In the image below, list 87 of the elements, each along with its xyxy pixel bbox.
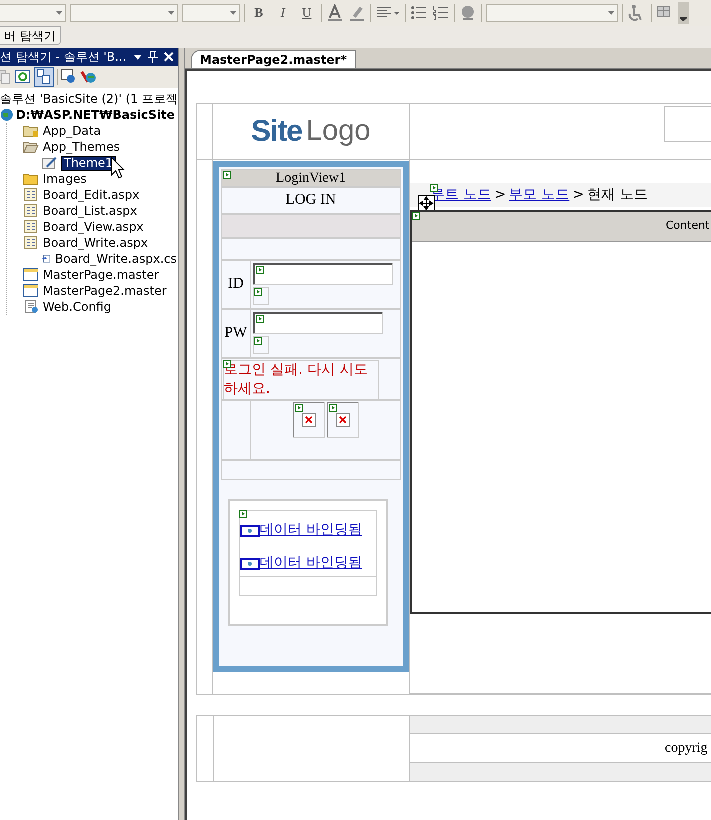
- image-button[interactable]: [292, 402, 324, 438]
- folder-icon: [23, 172, 39, 186]
- footer-text: copyrig: [665, 740, 708, 758]
- folder-icon: [23, 124, 39, 138]
- breadcrumb-link[interactable]: 부모 노드: [509, 184, 570, 206]
- bullet-list-icon[interactable]: [410, 4, 428, 22]
- caret-icon: [168, 11, 175, 15]
- globe-icon: [0, 108, 14, 122]
- smart-tag-icon[interactable]: [254, 288, 262, 296]
- web-config-icon[interactable]: [80, 69, 98, 85]
- tree-item[interactable]: Board_Edit.aspx: [42, 187, 141, 203]
- data-link[interactable]: 데이터 바인딩됨: [260, 553, 362, 574]
- tree-item[interactable]: Board_Write.aspx: [42, 235, 150, 251]
- page-icon: [23, 204, 39, 218]
- tree-item[interactable]: App_Data: [42, 123, 102, 139]
- close-icon[interactable]: [163, 51, 175, 63]
- input-field[interactable]: [253, 263, 393, 285]
- input-field[interactable]: [253, 312, 383, 334]
- tree-item[interactable]: MasterPage2.master: [42, 283, 168, 299]
- smart-tag-icon[interactable]: [239, 510, 247, 518]
- dropdown-field[interactable]: [182, 4, 240, 22]
- view-designer-icon[interactable]: [61, 69, 77, 85]
- tree-item[interactable]: Board_Write.aspx.cs: [54, 251, 178, 267]
- format-button[interactable]: B: [249, 3, 269, 23]
- tool-window-tab[interactable]: 버 탐색기: [0, 26, 61, 45]
- field-label: PW: [224, 324, 248, 344]
- pin-icon[interactable]: [146, 51, 160, 63]
- smart-tag-icon[interactable]: [256, 315, 264, 323]
- overflow-button[interactable]: [678, 2, 689, 24]
- globe-link-icon[interactable]: [459, 4, 477, 22]
- logo-text: Site: [251, 114, 302, 150]
- caret-icon: [56, 11, 63, 15]
- highlighter-icon[interactable]: [348, 4, 366, 22]
- dropdown-field[interactable]: [70, 4, 178, 22]
- document-tab[interactable]: MasterPage2.master*: [191, 50, 356, 68]
- panel-title: 션 탐색기 - 솔루션 'B...: [0, 49, 128, 66]
- caret-icon: [680, 16, 687, 21]
- broken-image-icon: [336, 413, 350, 427]
- control-title: LoginView1: [275, 170, 347, 188]
- project-node[interactable]: D:₩ASP.NET₩BasicSite: [16, 107, 175, 123]
- data-link[interactable]: 데이터 바인딩됨: [260, 520, 362, 541]
- breadcrumb-separator: >: [572, 186, 584, 204]
- tree-item[interactable]: Board_View.aspx: [42, 219, 145, 235]
- breadcrumb-current: 현재 노드: [587, 186, 648, 204]
- solution-node[interactable]: 솔루션 'BasicSite (2)' (1 프로젝: [0, 91, 178, 107]
- font-color-icon[interactable]: [326, 4, 344, 22]
- page-icon: [23, 220, 39, 234]
- broken-image-icon: [302, 413, 316, 427]
- dropdown-icon[interactable]: [133, 52, 143, 62]
- tree-item[interactable]: Web.Config: [42, 299, 112, 315]
- smart-tag-icon[interactable]: [328, 404, 336, 412]
- dropdown-field[interactable]: [486, 4, 618, 22]
- tree-item[interactable]: MasterPage.master: [42, 267, 160, 283]
- code-file-icon: [42, 252, 52, 266]
- image-button[interactable]: [326, 402, 358, 438]
- refresh-icon[interactable]: [15, 69, 31, 85]
- numbered-list-icon[interactable]: [432, 4, 450, 22]
- nest-files-icon[interactable]: [34, 67, 54, 87]
- brush-icon: [42, 156, 58, 170]
- format-button[interactable]: U: [297, 3, 317, 23]
- login-heading: LOG IN: [286, 191, 336, 210]
- caret-icon: [608, 11, 615, 15]
- config-file-icon: [23, 300, 39, 314]
- caret-icon: [230, 11, 237, 15]
- smart-tag-icon[interactable]: [223, 171, 231, 179]
- tree-item[interactable]: Images: [42, 171, 88, 187]
- radio-icon[interactable]: [240, 524, 260, 536]
- window-icon: [23, 268, 39, 282]
- smart-tag-icon[interactable]: [294, 404, 302, 412]
- mouse-cursor-icon: [111, 157, 125, 179]
- tree-item[interactable]: Board_List.aspx: [42, 203, 138, 219]
- window-icon: [23, 284, 39, 298]
- smart-tag-icon[interactable]: [254, 337, 262, 345]
- folder-icon: [23, 140, 39, 154]
- format-button[interactable]: I: [273, 3, 293, 23]
- breadcrumb-separator: >: [494, 186, 506, 204]
- tree-item[interactable]: Theme1: [61, 156, 116, 170]
- placeholder-title: Content: [666, 218, 710, 234]
- smart-tag-icon[interactable]: [412, 212, 420, 220]
- field-label: ID: [228, 275, 244, 294]
- dropdown-field[interactable]: [0, 4, 66, 22]
- radio-icon[interactable]: [240, 558, 260, 570]
- page-icon: [23, 236, 39, 250]
- smart-tag-icon[interactable]: [256, 266, 264, 274]
- logo-text: Logo: [306, 114, 371, 149]
- page-icon: [23, 188, 39, 202]
- tree-item[interactable]: App_Themes: [42, 139, 122, 155]
